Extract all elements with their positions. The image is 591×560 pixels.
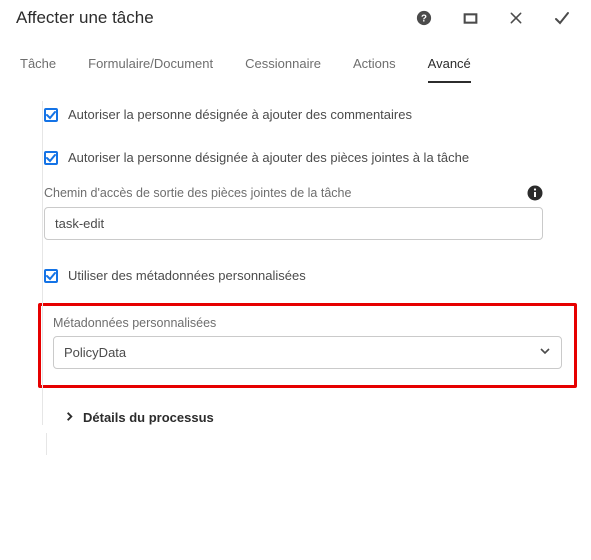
allow-comments-checkbox[interactable] bbox=[44, 108, 58, 122]
confirm-icon[interactable] bbox=[553, 9, 571, 27]
highlighted-region: Métadonnées personnalisées PolicyData bbox=[38, 303, 577, 388]
tab-tache[interactable]: Tâche bbox=[20, 56, 56, 83]
header-actions: ? bbox=[415, 9, 571, 27]
custom-metadata-select[interactable]: PolicyData bbox=[53, 336, 562, 369]
svg-text:?: ? bbox=[421, 14, 427, 25]
output-path-input[interactable] bbox=[44, 207, 543, 240]
tab-cessionnaire[interactable]: Cessionnaire bbox=[245, 56, 321, 83]
tab-formulaire[interactable]: Formulaire/Document bbox=[88, 56, 213, 83]
allow-comments-label: Autoriser la personne désignée à ajouter… bbox=[68, 107, 412, 122]
process-details-expander[interactable]: Détails du processus bbox=[64, 410, 591, 425]
process-details-label: Détails du processus bbox=[83, 410, 214, 425]
tree-guide-tail bbox=[46, 433, 591, 455]
info-icon[interactable] bbox=[527, 185, 543, 201]
help-icon[interactable]: ? bbox=[415, 9, 433, 27]
chevron-down-icon bbox=[539, 345, 551, 360]
use-custom-metadata-checkbox[interactable] bbox=[44, 269, 58, 283]
allow-attachments-label: Autoriser la personne désignée à ajouter… bbox=[68, 150, 469, 165]
custom-metadata-label: Métadonnées personnalisées bbox=[53, 316, 562, 330]
output-path-label: Chemin d'accès de sortie des pièces join… bbox=[44, 186, 351, 200]
custom-metadata-value: PolicyData bbox=[64, 345, 126, 360]
allow-attachments-checkbox[interactable] bbox=[44, 151, 58, 165]
tab-actions[interactable]: Actions bbox=[353, 56, 396, 83]
fullscreen-icon[interactable] bbox=[461, 9, 479, 27]
tab-avance[interactable]: Avancé bbox=[428, 56, 471, 83]
close-icon[interactable] bbox=[507, 9, 525, 27]
use-custom-metadata-label: Utiliser des métadonnées personnalisées bbox=[68, 268, 306, 283]
dialog-title: Affecter une tâche bbox=[16, 8, 154, 28]
chevron-right-icon bbox=[64, 410, 75, 425]
tree-guide bbox=[42, 101, 43, 425]
tab-bar: Tâche Formulaire/Document Cessionnaire A… bbox=[0, 28, 591, 83]
